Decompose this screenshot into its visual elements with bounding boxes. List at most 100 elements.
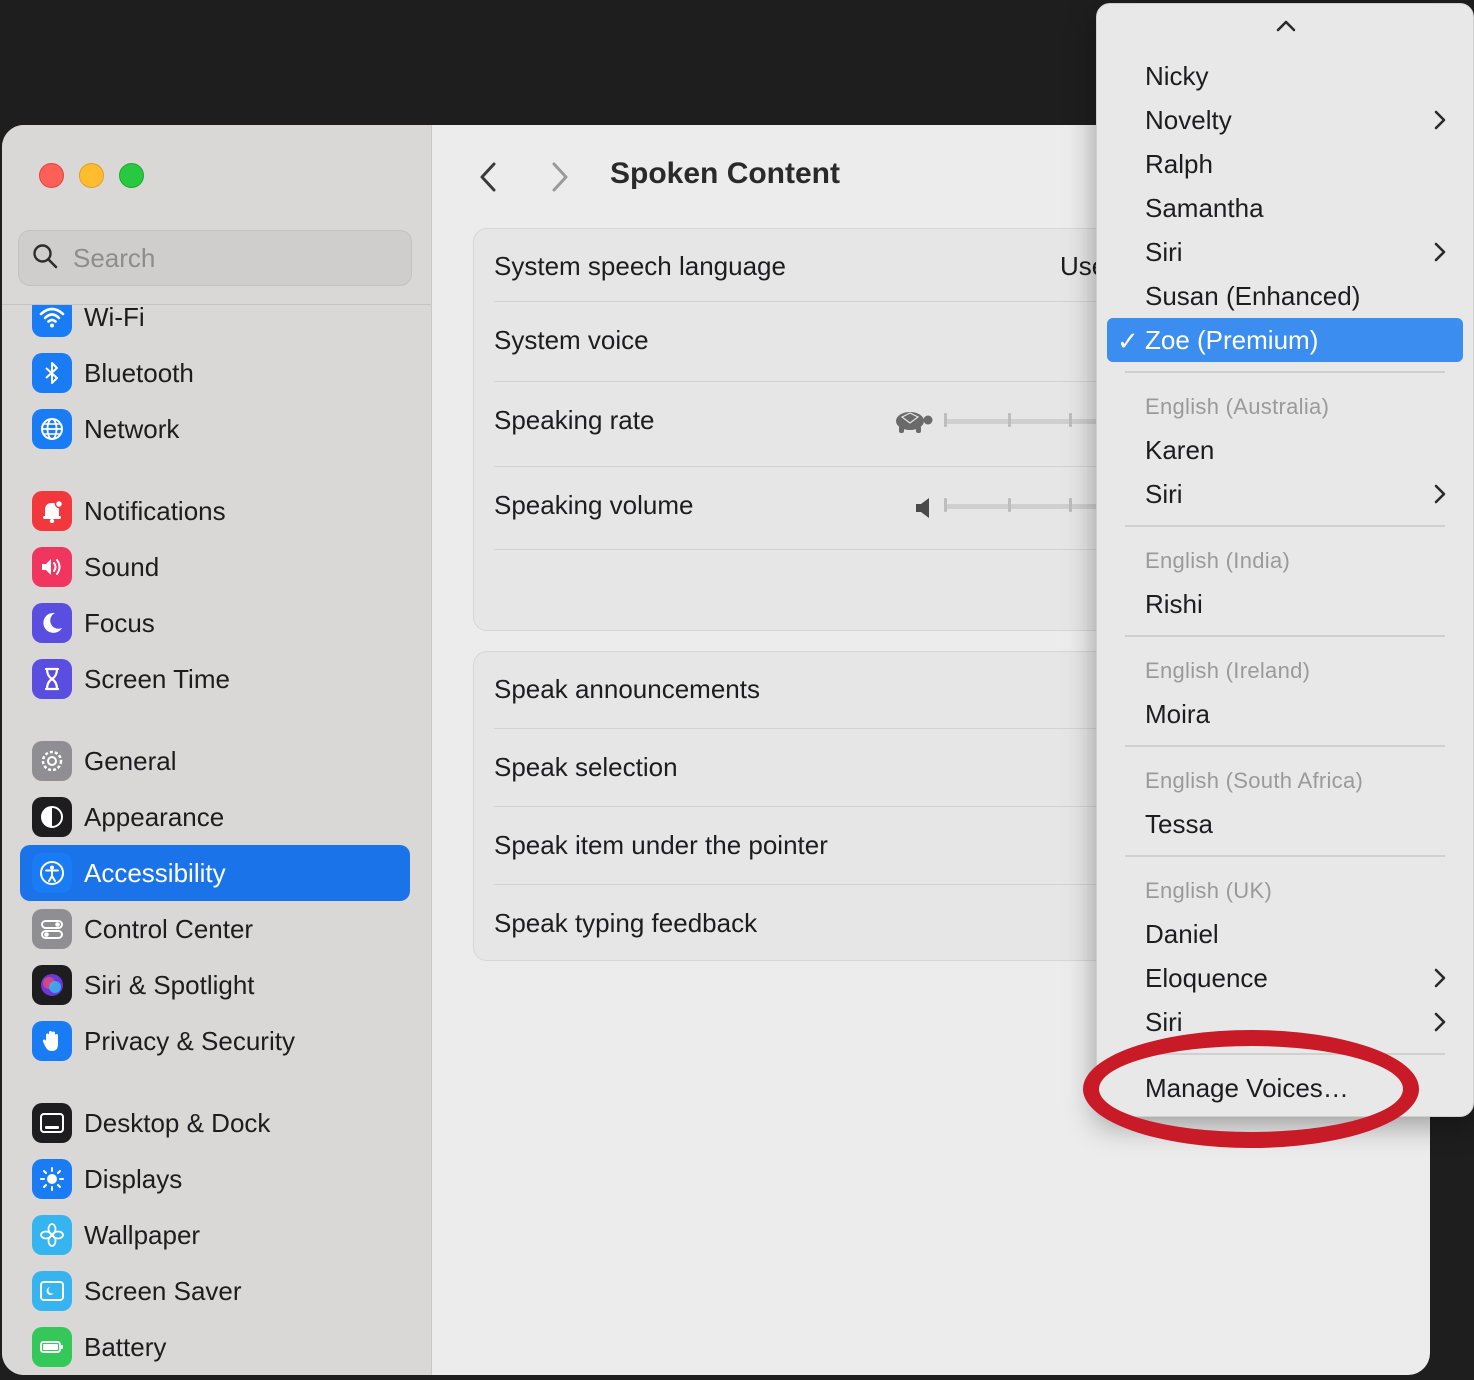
appearance-icon [32,797,72,837]
page-title: Spoken Content [610,157,840,190]
menu-item-siri-australia[interactable]: Siri [1107,472,1463,516]
sidebar-item-desktop-dock[interactable]: Desktop & Dock [20,1095,410,1151]
scroll-up-arrow-icon[interactable] [1275,18,1297,39]
slider-tick [1008,498,1011,512]
menu-item-eloquence[interactable]: Eloquence [1107,956,1463,1000]
sidebar-item-label: Battery [84,1331,167,1362]
menu-item-label: Samantha [1145,192,1264,223]
sidebar-item-general[interactable]: General [20,733,410,789]
menu-item-label: Siri [1145,1006,1183,1037]
sidebar-item-displays[interactable]: Displays [20,1151,410,1207]
forward-button[interactable] [545,159,575,195]
sidebar-item-label: Wi-Fi [84,305,145,332]
menu-section-header: English (Ireland) [1145,658,1311,683]
menu-item-label: Moira [1145,698,1211,729]
menu-item-zoe-premium[interactable]: ✓ Zoe (Premium) [1107,318,1463,362]
sidebar-item-notifications[interactable]: Notifications [20,483,410,539]
sidebar-item-label: Displays [84,1163,183,1194]
sun-icon [32,1159,72,1199]
checkmark-icon: ✓ [1117,326,1139,356]
menu-item-label: Nicky [1145,60,1209,91]
menu-item-label: Siri [1145,478,1183,509]
search-input[interactable]: Search [18,230,412,286]
wifi-icon [32,305,72,337]
flower-icon [32,1215,72,1255]
sidebar-item-label: Notifications [84,495,226,526]
sidebar-item-accessibility[interactable]: Accessibility [20,845,410,901]
sidebar-item-bluetooth[interactable]: Bluetooth [20,345,410,401]
chevron-right-icon [1434,484,1446,504]
menu-item-label: Daniel [1145,918,1219,949]
menu-item-daniel[interactable]: Daniel [1107,912,1463,956]
menu-item-label: Ralph [1145,148,1213,179]
menu-item-moira[interactable]: Moira [1107,692,1463,736]
slider-tick [944,498,947,512]
close-window-button[interactable] [39,163,64,188]
volume-low-icon [914,497,934,524]
bluetooth-icon [32,353,72,393]
zoom-window-button[interactable] [119,163,144,188]
menu-item-label: Susan (Enhanced) [1145,280,1361,311]
toggles-icon [32,909,72,949]
sidebar-item-screen-time[interactable]: Screen Time [20,651,410,707]
sidebar-item-label: Privacy & Security [84,1025,295,1056]
menu-item-karen[interactable]: Karen [1107,428,1463,472]
menu-item-label: Tessa [1145,808,1213,839]
menu-separator [1125,525,1445,527]
menu-item-label: Rishi [1145,588,1203,619]
slider-tick [1069,498,1072,512]
speaker-icon [32,547,72,587]
sidebar-item-label: Screen Time [84,663,230,694]
dock-icon [32,1103,72,1143]
menu-item-label: Eloquence [1145,962,1268,993]
menu-separator [1125,855,1445,857]
slider-tick [944,413,947,427]
menu-item-novelty[interactable]: Novelty [1107,98,1463,142]
hand-icon [32,1021,72,1061]
slider-tick [1008,413,1011,427]
menu-item-samantha[interactable]: Samantha [1107,186,1463,230]
menu-item-rishi[interactable]: Rishi [1107,582,1463,626]
sidebar-item-wifi[interactable]: Wi-Fi [20,305,410,345]
siri-icon [32,965,72,1005]
menu-item-label: Novelty [1145,104,1232,135]
sidebar-item-network[interactable]: Network [20,401,410,457]
sidebar-item-control-center[interactable]: Control Center [20,901,410,957]
sidebar-item-screen-saver[interactable]: Screen Saver [20,1263,410,1319]
back-button[interactable] [473,159,503,195]
search-icon [31,242,59,275]
menu-section-header: English (South Africa) [1145,768,1364,793]
system-voice-menu: Nicky Novelty Ralph Samantha Siri Susan … [1096,3,1474,1117]
sidebar-item-siri-spotlight[interactable]: Siri & Spotlight [20,957,410,1013]
sidebar-item-label: Bluetooth [84,357,194,388]
sidebar-item-wallpaper[interactable]: Wallpaper [20,1207,410,1263]
sidebar-item-label: Siri & Spotlight [84,969,255,1000]
menu-item-label: Karen [1145,434,1215,465]
menu-item-tessa[interactable]: Tessa [1107,802,1463,846]
menu-section-header: English (UK) [1145,878,1273,903]
sidebar-item-label: Network [84,413,180,444]
sidebar-item-label: General [84,745,177,776]
menu-item-susan-enhanced[interactable]: Susan (Enhanced) [1107,274,1463,318]
menu-separator [1125,371,1445,373]
sidebar-item-label: Sound [84,551,160,582]
annotation-ellipse [1083,1030,1419,1148]
menu-item-nicky[interactable]: Nicky [1107,54,1463,98]
sidebar-item-label: Screen Saver [84,1275,242,1306]
menu-section-header: English (India) [1145,548,1291,573]
minimize-window-button[interactable] [79,163,104,188]
sidebar-item-sound[interactable]: Sound [20,539,410,595]
bell-icon [32,491,72,531]
search-placeholder: Search [73,242,156,273]
menu-item-ralph[interactable]: Ralph [1107,142,1463,186]
sidebar-item-label: Appearance [84,801,225,832]
sidebar-item-label: Control Center [84,913,254,944]
sidebar-item-focus[interactable]: Focus [20,595,410,651]
sidebar-item-label: Accessibility [84,857,226,888]
sidebar-item-privacy-security[interactable]: Privacy & Security [20,1013,410,1069]
chevron-left-icon [480,162,496,192]
sidebar-item-battery[interactable]: Battery [20,1319,410,1375]
menu-item-siri[interactable]: Siri [1107,230,1463,274]
globe-icon [32,409,72,449]
sidebar-item-appearance[interactable]: Appearance [20,789,410,845]
